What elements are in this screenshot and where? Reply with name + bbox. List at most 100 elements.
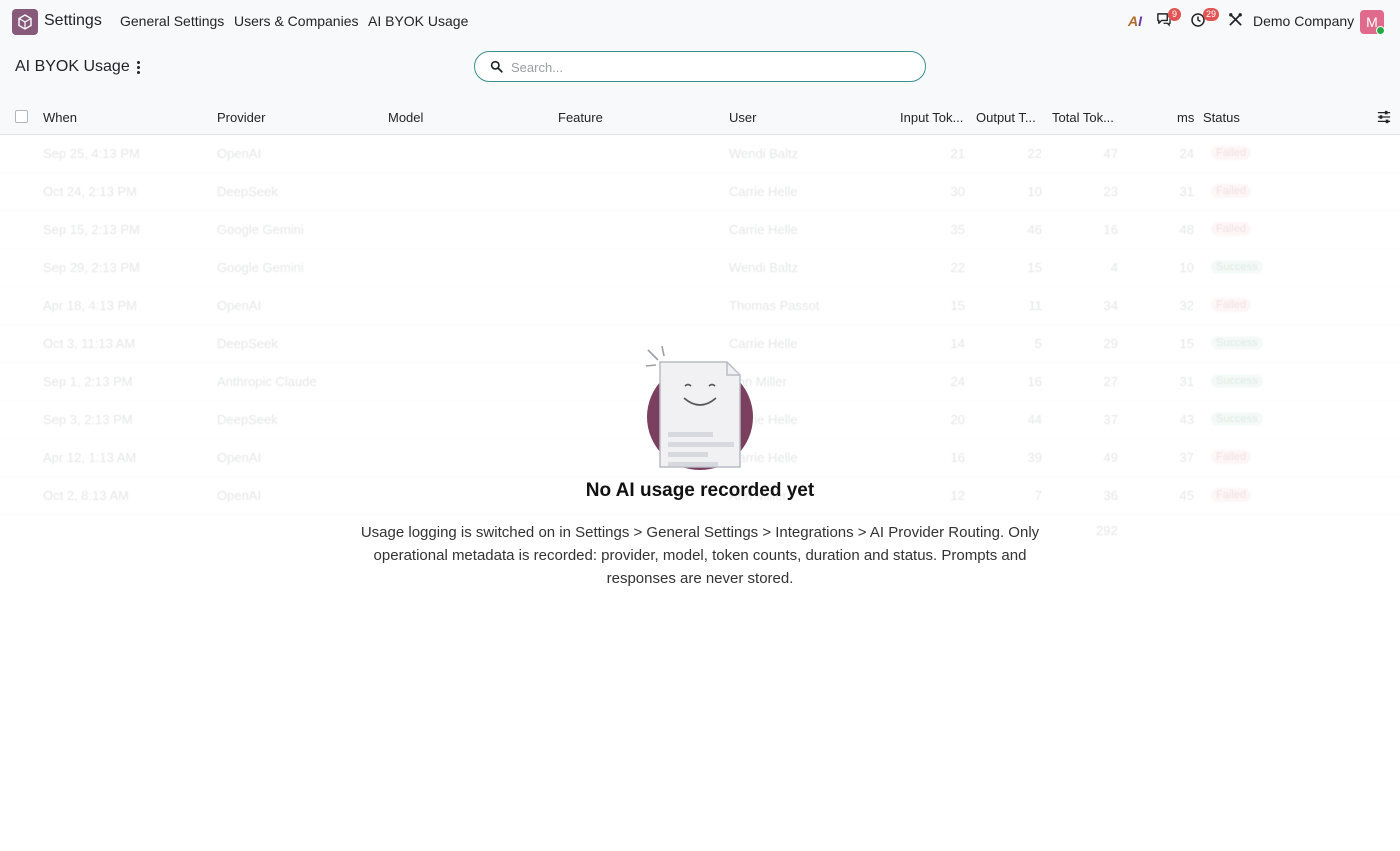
sample-row: Sep 29, 2:13 PM Google Gemini Wendi Baltz 2… <box>0 249 1400 287</box>
sample-cell-total: 37 <box>1103 412 1118 427</box>
settings-app-icon[interactable] <box>12 9 38 35</box>
sample-cell-total: 34 <box>1103 298 1118 313</box>
sample-cell-total: 4 <box>1110 260 1118 275</box>
sample-row: Sep 25, 4:13 PM OpenAI Wendi Baltz 21 22 47 24… <box>0 135 1400 173</box>
sample-cell-input: 30 <box>950 184 965 199</box>
column-user[interactable]: User <box>729 110 756 125</box>
sample-cell-ms: 24 <box>1179 146 1194 161</box>
sample-cell-when: Sep 29, 2:13 PM <box>43 260 140 275</box>
sample-cell-provider: OpenAI <box>217 146 262 161</box>
sample-status-badge: Success <box>1211 336 1263 350</box>
search-input[interactable] <box>511 56 911 78</box>
sample-cell-provider: DeepSeek <box>217 336 278 351</box>
sample-cell-when: Sep 15, 2:13 PM <box>43 222 140 237</box>
column-input-tokens[interactable]: Input Tok... <box>900 110 963 125</box>
activities-badge: 29 <box>1203 8 1220 21</box>
sample-cell-provider: OpenAI <box>217 450 262 465</box>
sample-cell-provider: Google Gemini <box>217 260 304 275</box>
online-status-dot <box>1376 26 1385 35</box>
column-feature[interactable]: Feature <box>558 110 603 125</box>
menu-ai-byok-usage[interactable]: AI BYOK Usage <box>368 13 468 29</box>
sample-cell-output: 15 <box>1027 260 1042 275</box>
sample-cell-provider: OpenAI <box>217 298 262 313</box>
sample-cell-user: Wendi Baltz <box>729 146 799 161</box>
column-status[interactable]: Status <box>1203 110 1240 125</box>
sample-cell-input: 20 <box>950 412 965 427</box>
sample-cell-input: 14 <box>950 336 965 351</box>
sample-status-badge: Success <box>1211 260 1263 274</box>
sample-status-badge: Success <box>1211 412 1263 426</box>
sample-status-badge: Failed <box>1211 184 1251 198</box>
sample-cell-total: 27 <box>1103 374 1118 389</box>
select-all-checkbox[interactable] <box>15 110 28 123</box>
search-bar[interactable] <box>474 51 926 82</box>
sample-cell-output: 44 <box>1027 412 1042 427</box>
sample-cell-input: 21 <box>950 146 965 161</box>
sample-cell-output: 16 <box>1027 374 1042 389</box>
sample-cell-input: 16 <box>950 450 965 465</box>
sample-cell-ms: 48 <box>1179 222 1194 237</box>
sample-cell-output: 22 <box>1027 146 1042 161</box>
sample-cell-ms: 32 <box>1179 298 1194 313</box>
sample-row: Oct 24, 2:13 PM DeepSeek Carrie Helle 30 10 2… <box>0 173 1400 211</box>
sample-cell-input: 24 <box>950 374 965 389</box>
sample-cell-output: 11 <box>1028 298 1043 313</box>
sample-cell-when: Apr 18, 4:13 PM <box>43 298 137 313</box>
menu-general-settings[interactable]: General Settings <box>120 13 224 29</box>
sample-cell-when: Sep 25, 4:13 PM <box>43 146 140 161</box>
sample-cell-ms: 31 <box>1179 374 1194 389</box>
sample-cell-ms: 15 <box>1179 336 1194 351</box>
sample-cell-when: Apr 12, 1:13 AM <box>43 450 137 465</box>
sample-cell-when: Oct 3, 11:13 AM <box>43 336 136 351</box>
sample-cell-when: Sep 1, 2:13 PM <box>43 374 133 389</box>
messages-badge: 9 <box>1168 8 1181 21</box>
sample-cell-provider: Google Gemini <box>217 222 304 237</box>
search-icon <box>490 60 503 76</box>
sample-cell-ms: 10 <box>1179 260 1194 275</box>
app-name[interactable]: Settings <box>44 12 102 30</box>
control-panel: AI BYOK Usage <box>0 44 1400 100</box>
column-when[interactable]: When <box>43 110 77 125</box>
page-title: AI BYOK Usage <box>15 58 130 75</box>
sample-cell-provider: DeepSeek <box>217 412 278 427</box>
top-navbar: Settings General Settings Users & Compan… <box>0 0 1400 44</box>
empty-state-title: No AI usage recorded yet <box>585 480 815 501</box>
sample-cell-ms: 31 <box>1179 184 1194 199</box>
sample-row: Apr 18, 4:13 PM OpenAI Thomas Passot 15 11 34… <box>0 287 1400 325</box>
actions-menu-icon[interactable] <box>131 58 145 76</box>
sample-cell-total: 23 <box>1103 184 1118 199</box>
sample-status-badge: Failed <box>1211 450 1251 464</box>
column-provider[interactable]: Provider <box>217 110 265 125</box>
sample-cell-total: 16 <box>1103 222 1118 237</box>
sample-row: Sep 15, 2:13 PM Google Gemini Carrie Helle… <box>0 211 1400 249</box>
sample-cell-user: Thomas Passot <box>729 298 820 313</box>
sample-cell-total: 29 <box>1103 336 1118 351</box>
sample-status-badge: Success <box>1211 374 1263 388</box>
sample-cell-user: Carrie Helle <box>729 222 798 237</box>
sample-cell-provider: Anthropic Claude <box>217 374 317 389</box>
sample-cell-ms: 43 <box>1179 412 1194 427</box>
company-switcher[interactable]: Demo Company <box>1253 13 1354 29</box>
sample-cell-total: 49 <box>1103 450 1118 465</box>
sample-cell-output: 5 <box>1034 336 1042 351</box>
sample-cell-input: 35 <box>950 222 965 237</box>
sample-cell-provider: DeepSeek <box>217 184 278 199</box>
optional-columns-icon[interactable] <box>1377 110 1391 127</box>
sample-cell-input: 22 <box>950 260 965 275</box>
sample-cell-output: 46 <box>1027 222 1042 237</box>
sample-cell-total: 47 <box>1103 146 1118 161</box>
sample-total-sum: 292 <box>1096 523 1118 538</box>
sample-status-badge: Failed <box>1211 222 1251 236</box>
empty-folder-illustration <box>640 342 760 477</box>
column-output-tokens[interactable]: Output T... <box>976 110 1036 125</box>
column-model[interactable]: Model <box>388 110 423 125</box>
list-header: When Provider Model Feature User Input T… <box>0 100 1400 135</box>
sample-cell-input: 15 <box>950 298 965 313</box>
sample-status-badge: Failed <box>1211 146 1251 160</box>
column-ms[interactable]: ms <box>1177 110 1194 125</box>
sample-cell-user: Wendi Baltz <box>729 260 799 275</box>
sample-cell-when: Oct 24, 2:13 PM <box>43 184 137 199</box>
column-total-tokens[interactable]: Total Tok... <box>1052 110 1114 125</box>
sample-status-badge: Failed <box>1211 298 1251 312</box>
menu-users-companies[interactable]: Users & Companies <box>234 13 359 29</box>
